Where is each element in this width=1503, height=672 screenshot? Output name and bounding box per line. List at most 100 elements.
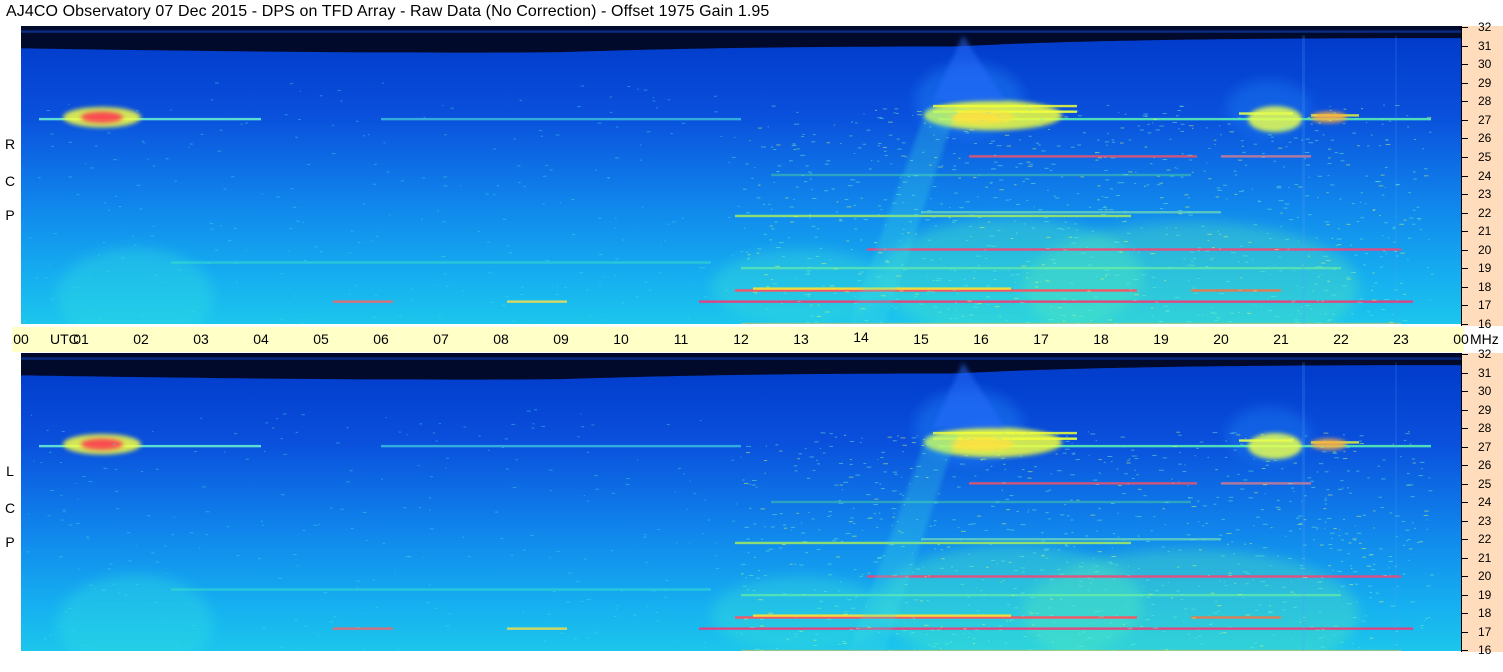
utc-hour-label: 10 xyxy=(613,331,629,347)
frequency-tick xyxy=(1461,539,1468,540)
chart-title: AJ4CO Observatory 07 Dec 2015 - DPS on T… xyxy=(6,3,770,20)
utc-hour-label: 18 xyxy=(1093,331,1109,347)
frequency-tick-label: 17 xyxy=(1478,624,1492,639)
vertical-streak xyxy=(1302,35,1305,324)
interference-line-17 xyxy=(507,300,567,303)
interference-line-19 xyxy=(171,261,711,264)
frequency-tick-label: 28 xyxy=(1478,421,1492,435)
frequency-tick xyxy=(1461,483,1468,485)
frequency-tick xyxy=(1461,428,1468,429)
polarization-letter: R xyxy=(4,136,16,152)
frequency-tick xyxy=(1461,354,1468,355)
frequency-tick xyxy=(1461,64,1468,66)
utc-hour-label: 19 xyxy=(1153,331,1169,347)
interference-line-8 xyxy=(1221,155,1311,158)
frequency-tick-label: 21 xyxy=(1478,550,1492,565)
frequency-tick-label: 23 xyxy=(1478,513,1492,528)
frequency-tick xyxy=(1461,594,1468,596)
frequency-tick xyxy=(1461,465,1468,466)
interference-line-1 xyxy=(381,444,741,448)
interference-line-1 xyxy=(381,117,741,121)
utc-hour-label: 23 xyxy=(1393,331,1409,347)
frequency-tick xyxy=(1461,101,1468,103)
emission-burst-1 xyxy=(81,111,123,123)
frequency-tick xyxy=(1461,557,1468,559)
interference-line-7 xyxy=(969,155,1197,158)
frequency-tick-label: 30 xyxy=(1478,384,1492,398)
utc-hour-label: 04 xyxy=(253,331,269,347)
interference-line-16 xyxy=(333,300,393,303)
frequency-tick-label: 25 xyxy=(1478,476,1492,491)
utc-hour-label: 06 xyxy=(373,331,389,347)
frequency-tick-label: 22 xyxy=(1478,532,1492,546)
interference-line-10 xyxy=(921,211,1221,214)
frequency-tick xyxy=(1461,305,1468,307)
interference-line-15 xyxy=(699,627,1413,630)
utc-time-axis: 00 01 02 03 04 05 06 07 08 09 10 11 12 13 14 15 16 17 18 19… xyxy=(12,327,1499,352)
utc-hour-label: 03 xyxy=(193,331,209,347)
rcp-frequency-axis: 32 31 30 29 28 27 26 25 24 23 22 21 20 19 18 17 16 xyxy=(1461,20,1503,331)
frequency-tick xyxy=(1461,138,1468,140)
polarization-letter: P xyxy=(5,534,15,550)
frequency-tick xyxy=(1461,268,1468,270)
frequency-tick xyxy=(1461,631,1468,633)
lcp-frequency-axis: 32 31 30 29 28 27 26 25 24 23 22 21 20 19 18 17 16 xyxy=(1461,347,1503,657)
frequency-tick xyxy=(1461,27,1468,28)
frequency-tick xyxy=(1461,613,1468,614)
frequency-tick-label: 20 xyxy=(1478,569,1492,583)
utc-hour-label: 07 xyxy=(433,331,449,347)
utc-hour-label: 00 xyxy=(13,331,29,347)
frequency-tick xyxy=(1461,249,1468,251)
frequency-tick xyxy=(1461,82,1468,84)
utc-hour-label: 09 xyxy=(553,331,569,347)
frequency-tick xyxy=(1461,520,1468,522)
lcp-side-label: L C P xyxy=(2,353,18,651)
frequency-tick-label: 25 xyxy=(1478,149,1492,164)
utc-hour-label: 05 xyxy=(313,331,329,347)
utc-hour-label: 00 xyxy=(1453,331,1469,347)
utc-hour-label: 16 xyxy=(973,331,989,347)
vertical-streak xyxy=(1395,35,1397,324)
frequency-tick-label: 26 xyxy=(1478,131,1492,146)
frequency-tick-label: 16 xyxy=(1478,643,1492,657)
utc-hour-label: 12 xyxy=(733,331,749,347)
utc-hour-label: 17 xyxy=(1033,331,1049,347)
emission-burst-5 xyxy=(1311,438,1347,450)
frequency-tick xyxy=(1461,286,1468,288)
interference-line-20 xyxy=(741,266,1341,270)
emission-burst-4 xyxy=(1248,106,1302,133)
frequency-tick-label: 32 xyxy=(1478,20,1492,34)
interference-line-14 xyxy=(1191,616,1281,619)
frequency-tick-label: 16 xyxy=(1478,317,1492,331)
frequency-tick-label: 19 xyxy=(1478,587,1492,602)
frequency-tick-label: 29 xyxy=(1478,75,1492,90)
interference-line-17 xyxy=(507,627,567,630)
interference-line-20 xyxy=(741,593,1341,597)
vertical-streak xyxy=(1395,362,1397,651)
frequency-tick-label: 31 xyxy=(1478,365,1492,380)
interference-line-10 xyxy=(921,538,1221,541)
rcp-spectrogram xyxy=(21,26,1461,324)
interference-line-22 xyxy=(771,500,1191,504)
frequency-tick-label: 18 xyxy=(1478,606,1492,620)
mhz-unit-label: MHz xyxy=(1470,331,1499,347)
frequency-tick-label: 21 xyxy=(1478,224,1492,239)
frequency-tick-label: 29 xyxy=(1478,402,1492,417)
frequency-tick-label: 26 xyxy=(1478,458,1492,472)
lcp-spectrogram xyxy=(21,353,1461,651)
interference-line-16 xyxy=(333,627,393,630)
interference-line-14 xyxy=(1191,289,1281,292)
emission-burst-5 xyxy=(1311,111,1347,123)
utc-hour-label: 20 xyxy=(1213,331,1229,347)
frequency-tick xyxy=(1461,650,1468,651)
frequency-tick-label: 18 xyxy=(1478,279,1492,294)
emission-burst-4 xyxy=(1248,433,1302,460)
utc-hour-label: 22 xyxy=(1333,331,1349,347)
frequency-tick xyxy=(1461,175,1468,177)
frequency-tick xyxy=(1461,45,1468,47)
utc-unit-label: UTC xyxy=(50,331,79,347)
interference-line-11 xyxy=(867,575,1401,578)
frequency-tick xyxy=(1461,576,1468,577)
frequency-tick xyxy=(1461,212,1468,214)
frequency-tick xyxy=(1461,446,1468,448)
